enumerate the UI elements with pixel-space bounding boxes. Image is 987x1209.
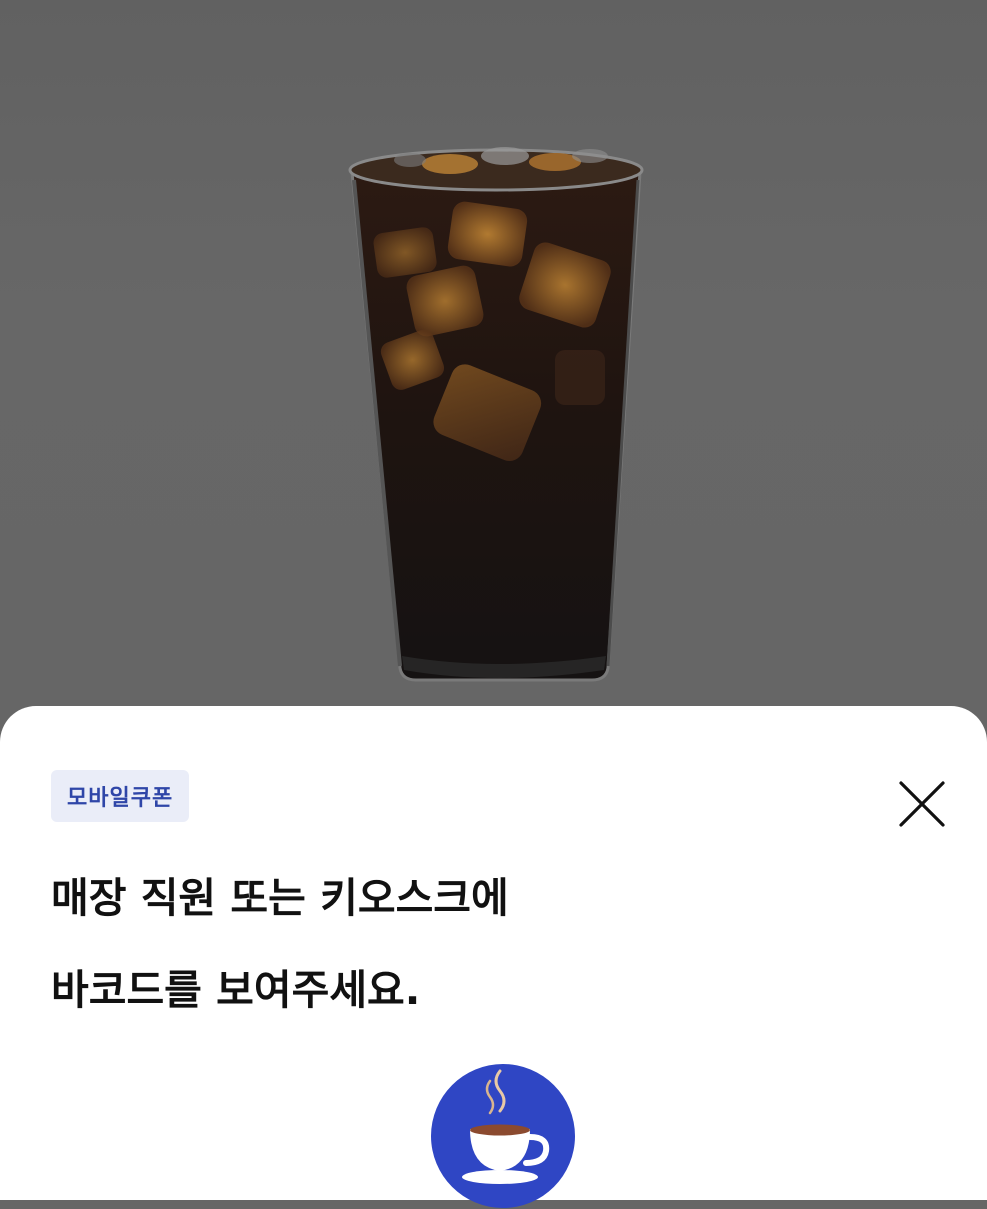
mobile-coupon-badge: 모바일쿠폰 xyxy=(51,770,190,822)
coffee-cup-icon xyxy=(431,1064,575,1208)
instruction-headline: 매장 직원 또는 키오스크에 바코드를 보여주세요. xyxy=(51,852,851,1036)
close-icon xyxy=(899,781,945,827)
instruction-line-1: 매장 직원 또는 키오스크에 xyxy=(51,874,509,922)
close-button[interactable] xyxy=(894,776,950,832)
coupon-bottom-sheet: 모바일쿠폰 매장 직원 또는 키오스크에 바코드를 보여주세요. xyxy=(0,706,987,1208)
iced-americano-image xyxy=(348,147,644,682)
instruction-line-2: 바코드를 보여주세요. xyxy=(51,966,421,1014)
dimmed-backdrop[interactable] xyxy=(0,0,987,760)
